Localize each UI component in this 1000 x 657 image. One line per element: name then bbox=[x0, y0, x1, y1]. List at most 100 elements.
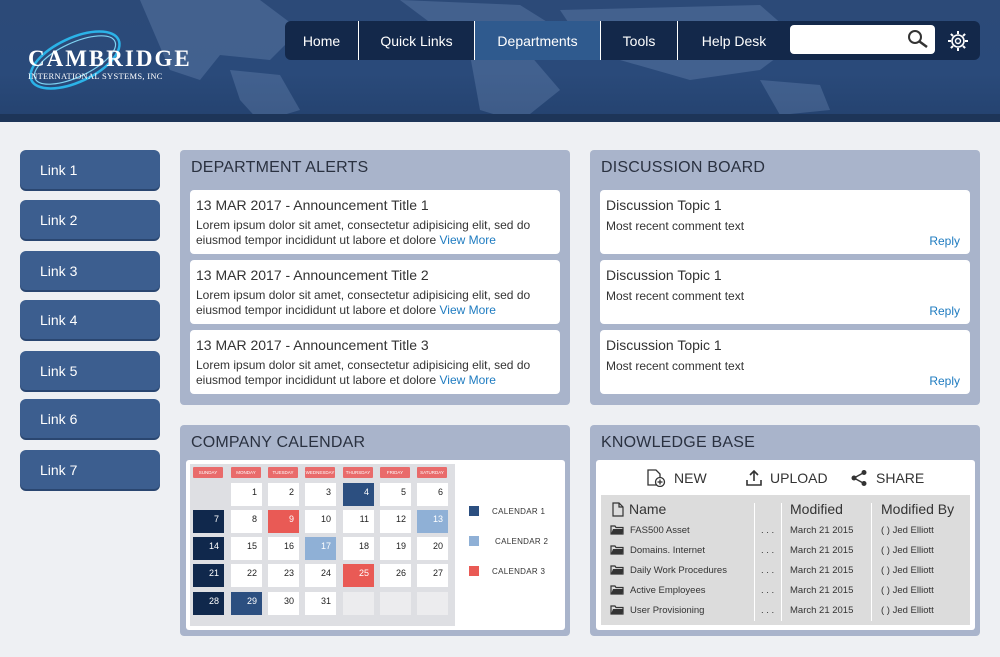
legend-label: CALENDAR 2 bbox=[495, 537, 549, 546]
view-more-link[interactable]: View More bbox=[439, 233, 495, 247]
calendar-day-header: FRIDAY bbox=[380, 467, 410, 478]
upload-label: UPLOAD bbox=[770, 470, 828, 486]
calendar-day-cell[interactable]: 29 bbox=[231, 592, 262, 615]
discussion-topic: Discussion Topic 1 bbox=[606, 267, 722, 283]
sidebar-link-4[interactable]: Link 4 bbox=[20, 300, 160, 339]
header-bottom-bar bbox=[0, 114, 1000, 122]
calendar-day-cell[interactable]: 4 bbox=[343, 483, 374, 506]
calendar-day-cell[interactable]: 24 bbox=[305, 564, 336, 587]
share-button[interactable]: SHARE bbox=[850, 469, 924, 487]
row-modified: March 21 2015 bbox=[790, 545, 854, 556]
calendar-day-cell[interactable]: 5 bbox=[380, 483, 411, 506]
discussion-card[interactable]: Discussion Topic 1 Most recent comment t… bbox=[600, 260, 970, 324]
brand-name: CAMBRIDGE bbox=[28, 46, 192, 71]
alert-card[interactable]: 13 MAR 2017 - Announcement Title 1 Lorem… bbox=[190, 190, 560, 254]
search-box bbox=[790, 25, 935, 54]
calendar-empty-cell bbox=[417, 592, 448, 615]
knowledge-base-table: Name Modified Modified By FAS500 Asset . … bbox=[601, 495, 970, 625]
view-more-link[interactable]: View More bbox=[439, 303, 495, 317]
nav-departments[interactable]: Departments bbox=[475, 21, 601, 60]
legend-label: CALENDAR 3 bbox=[492, 567, 546, 576]
sidebar-link-6[interactable]: Link 6 bbox=[20, 399, 160, 438]
row-name[interactable]: FAS500 Asset bbox=[630, 525, 690, 536]
calendar-day-cell[interactable]: 7 bbox=[193, 510, 224, 533]
reply-link[interactable]: Reply bbox=[929, 374, 960, 388]
calendar-day-cell[interactable]: 16 bbox=[268, 537, 299, 560]
row-name[interactable]: User Provisioning bbox=[630, 605, 704, 616]
calendar-day-cell[interactable]: 15 bbox=[231, 537, 262, 560]
alert-body: Lorem ipsum dolor sit amet, consectetur … bbox=[196, 218, 551, 248]
row-dots: . . . bbox=[761, 525, 775, 536]
panel-title: KNOWLEDGE BASE bbox=[601, 434, 755, 451]
calendar-day-cell[interactable]: 19 bbox=[380, 537, 411, 560]
calendar-day-cell[interactable]: 9 bbox=[268, 510, 299, 533]
company-logo[interactable]: CAMBRIDGE INTERNATIONAL SYSTEMS, INC bbox=[20, 20, 190, 95]
row-name[interactable]: Active Employees bbox=[630, 585, 706, 596]
share-label: SHARE bbox=[876, 470, 925, 486]
new-label: NEW bbox=[674, 470, 707, 486]
calendar-day-cell[interactable]: 11 bbox=[343, 510, 374, 533]
calendar-day-cell[interactable]: 12 bbox=[380, 510, 411, 533]
reply-link[interactable]: Reply bbox=[929, 304, 960, 318]
nav-quick-links[interactable]: Quick Links bbox=[359, 21, 475, 60]
nav-help-desk[interactable]: Help Desk bbox=[678, 21, 790, 60]
discussion-card[interactable]: Discussion Topic 1 Most recent comment t… bbox=[600, 190, 970, 254]
calendar-day-cell[interactable]: 30 bbox=[268, 592, 299, 615]
calendar-day-header: THURSDAY bbox=[343, 467, 373, 478]
sidebar-link-1[interactable]: Link 1 bbox=[20, 150, 160, 189]
calendar-day-header: TUESDAY bbox=[268, 467, 298, 478]
calendar-day-cell[interactable]: 1 bbox=[231, 483, 262, 506]
nav-home[interactable]: Home bbox=[285, 21, 359, 60]
discussion-board-panel: DISCUSSION BOARD Discussion Topic 1 Most… bbox=[590, 150, 980, 405]
header: CAMBRIDGE INTERNATIONAL SYSTEMS, INC Hom… bbox=[0, 0, 1000, 122]
search-input[interactable] bbox=[796, 25, 906, 52]
calendar-day-cell[interactable]: 23 bbox=[268, 564, 299, 587]
calendar-day-cell[interactable]: 22 bbox=[231, 564, 262, 587]
calendar-day-cell[interactable]: 26 bbox=[380, 564, 411, 587]
calendar-day-cell[interactable]: 14 bbox=[193, 537, 224, 560]
calendar-day-cell[interactable]: 8 bbox=[231, 510, 262, 533]
gear-icon[interactable] bbox=[947, 30, 969, 52]
calendar-day-cell[interactable]: 17 bbox=[305, 537, 336, 560]
calendar-day-cell[interactable]: 13 bbox=[417, 510, 448, 533]
calendar-day-cell[interactable]: 27 bbox=[417, 564, 448, 587]
calendar-day-cell[interactable]: 20 bbox=[417, 537, 448, 560]
department-alerts-panel: DEPARTMENT ALERTS 13 MAR 2017 - Announce… bbox=[180, 150, 570, 405]
alert-card[interactable]: 13 MAR 2017 - Announcement Title 2 Lorem… bbox=[190, 260, 560, 324]
column-header-modified[interactable]: Modified bbox=[790, 501, 843, 517]
calendar-day-cell[interactable]: 2 bbox=[268, 483, 299, 506]
calendar-day-cell[interactable]: 28 bbox=[193, 592, 224, 615]
discussion-card[interactable]: Discussion Topic 1 Most recent comment t… bbox=[600, 330, 970, 394]
legend-swatch bbox=[469, 506, 479, 516]
search-icon[interactable] bbox=[907, 29, 929, 49]
folder-icon bbox=[610, 604, 624, 618]
row-name[interactable]: Domains. Internet bbox=[630, 545, 705, 556]
column-header-name[interactable]: Name bbox=[629, 501, 666, 517]
column-header-modified-by[interactable]: Modified By bbox=[881, 501, 954, 517]
calendar-day-cell[interactable]: 21 bbox=[193, 564, 224, 587]
legend-label: CALENDAR 1 bbox=[492, 507, 546, 516]
sidebar-link-5[interactable]: Link 5 bbox=[20, 351, 160, 390]
sidebar-link-7[interactable]: Link 7 bbox=[20, 450, 160, 489]
calendar-day-cell[interactable]: 31 bbox=[305, 592, 336, 615]
folder-icon bbox=[610, 564, 624, 578]
calendar-day-cell[interactable]: 18 bbox=[343, 537, 374, 560]
sidebar-link-2[interactable]: Link 2 bbox=[20, 200, 160, 239]
view-more-link[interactable]: View More bbox=[439, 373, 495, 387]
calendar-day-cell[interactable]: 6 bbox=[417, 483, 448, 506]
upload-button[interactable]: UPLOAD bbox=[746, 469, 828, 487]
alert-card[interactable]: 13 MAR 2017 - Announcement Title 3 Lorem… bbox=[190, 330, 560, 394]
calendar-day-cell[interactable]: 10 bbox=[305, 510, 336, 533]
new-file-icon bbox=[647, 469, 666, 487]
calendar-day-header: SUNDAY bbox=[193, 467, 223, 478]
alert-title: 13 MAR 2017 - Announcement Title 2 bbox=[196, 267, 429, 283]
calendar-grid: SUNDAY MONDAY TUESDAY WEDNESDAY THURSDAY FRID… bbox=[190, 464, 455, 626]
row-name[interactable]: Daily Work Procedures bbox=[630, 565, 727, 576]
calendar-day-cell[interactable]: 25 bbox=[343, 564, 374, 587]
reply-link[interactable]: Reply bbox=[929, 234, 960, 248]
new-button[interactable]: NEW bbox=[646, 469, 707, 487]
discussion-comment: Most recent comment text bbox=[606, 219, 745, 233]
sidebar-link-3[interactable]: Link 3 bbox=[20, 251, 160, 290]
nav-tools[interactable]: Tools bbox=[601, 21, 678, 60]
calendar-day-cell[interactable]: 3 bbox=[305, 483, 336, 506]
